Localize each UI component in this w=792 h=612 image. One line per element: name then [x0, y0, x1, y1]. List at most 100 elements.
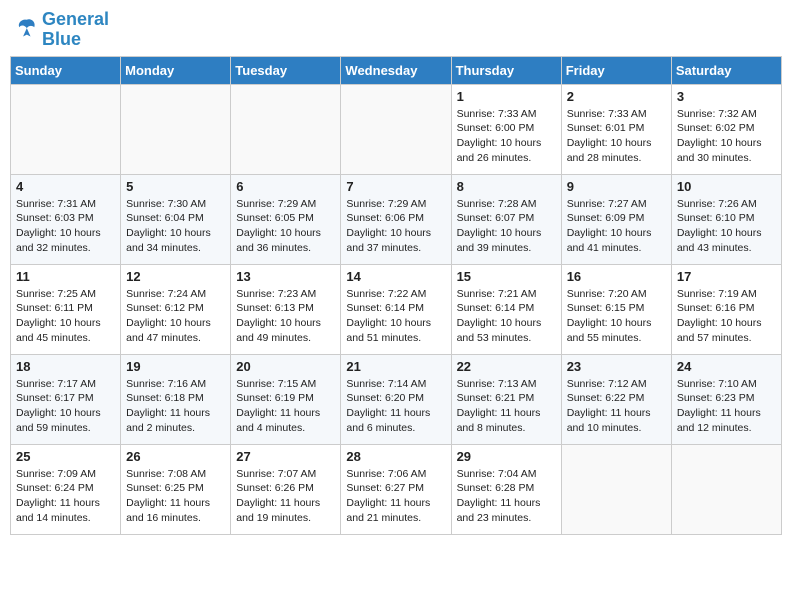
day-number: 17: [677, 269, 776, 284]
day-info: Sunrise: 7:33 AM Sunset: 6:01 PM Dayligh…: [567, 107, 666, 166]
day-number: 5: [126, 179, 225, 194]
week-row-5: 25 Sunrise: 7:09 AM Sunset: 6:24 PM Dayli…: [11, 444, 782, 534]
day-number: 2: [567, 89, 666, 104]
calendar-cell: [341, 84, 451, 174]
calendar-cell: 8 Sunrise: 7:28 AM Sunset: 6:07 PM Daylig…: [451, 174, 561, 264]
calendar-cell: 27 Sunrise: 7:07 AM Sunset: 6:26 PM Dayli…: [231, 444, 341, 534]
day-number: 4: [16, 179, 115, 194]
day-number: 10: [677, 179, 776, 194]
logo-icon: [10, 16, 38, 44]
calendar-cell: 29 Sunrise: 7:04 AM Sunset: 6:28 PM Dayli…: [451, 444, 561, 534]
calendar-cell: 22Sunrise: 7:13 AM Sunset: 6:21 PM Dayli…: [451, 354, 561, 444]
day-info: Sunrise: 7:30 AM Sunset: 6:04 PM Dayligh…: [126, 197, 225, 256]
weekday-header-wednesday: Wednesday: [341, 56, 451, 84]
week-row-2: 4 Sunrise: 7:31 AM Sunset: 6:03 PM Daylig…: [11, 174, 782, 264]
day-number: 15: [457, 269, 556, 284]
day-info: Sunrise: 7:12 AM Sunset: 6:22 PM Dayligh…: [567, 377, 666, 436]
calendar-cell: 26 Sunrise: 7:08 AM Sunset: 6:25 PM Dayli…: [121, 444, 231, 534]
day-info: Sunrise: 7:29 AM Sunset: 6:05 PM Dayligh…: [236, 197, 335, 256]
day-number: 25: [16, 449, 115, 464]
day-info: Sunrise: 7:26 AM Sunset: 6:10 PM Dayligh…: [677, 197, 776, 256]
day-info: Sunrise: 7:14 AM Sunset: 6:20 PM Dayligh…: [346, 377, 445, 436]
calendar-cell: 10 Sunrise: 7:26 AM Sunset: 6:10 PM Dayli…: [671, 174, 781, 264]
weekday-header-row: SundayMondayTuesdayWednesdayThursdayFrid…: [11, 56, 782, 84]
day-info: Sunrise: 7:08 AM Sunset: 6:25 PM Dayligh…: [126, 467, 225, 526]
calendar-cell: 14 Sunrise: 7:22 AM Sunset: 6:14 PM Dayli…: [341, 264, 451, 354]
calendar-cell: 24 Sunrise: 7:10 AM Sunset: 6:23 PM Dayli…: [671, 354, 781, 444]
calendar-cell: 25 Sunrise: 7:09 AM Sunset: 6:24 PM Dayli…: [11, 444, 121, 534]
day-info: Sunrise: 7:22 AM Sunset: 6:14 PM Dayligh…: [346, 287, 445, 346]
calendar-cell: 4 Sunrise: 7:31 AM Sunset: 6:03 PM Daylig…: [11, 174, 121, 264]
day-info: Sunrise: 7:19 AM Sunset: 6:16 PM Dayligh…: [677, 287, 776, 346]
day-number: 12: [126, 269, 225, 284]
day-number: 26: [126, 449, 225, 464]
day-info: Sunrise: 7:23 AM Sunset: 6:13 PM Dayligh…: [236, 287, 335, 346]
weekday-header-monday: Monday: [121, 56, 231, 84]
day-info: Sunrise: 7:29 AM Sunset: 6:06 PM Dayligh…: [346, 197, 445, 256]
calendar-cell: 23 Sunrise: 7:12 AM Sunset: 6:22 PM Dayli…: [561, 354, 671, 444]
calendar-cell: 18Sunrise: 7:17 AM Sunset: 6:17 PM Dayli…: [11, 354, 121, 444]
day-number: 23: [567, 359, 666, 374]
weekday-header-sunday: Sunday: [11, 56, 121, 84]
day-number: 18: [16, 359, 115, 374]
calendar-cell: 3 Sunrise: 7:32 AM Sunset: 6:02 PM Daylig…: [671, 84, 781, 174]
day-info: Sunrise: 7:15 AM Sunset: 6:19 PM Dayligh…: [236, 377, 335, 436]
day-info: Sunrise: 7:13 AM Sunset: 6:21 PM Dayligh…: [457, 377, 556, 436]
header: General Blue: [10, 10, 782, 50]
calendar-cell: 16 Sunrise: 7:20 AM Sunset: 6:15 PM Dayli…: [561, 264, 671, 354]
day-number: 1: [457, 89, 556, 104]
calendar-cell: 13 Sunrise: 7:23 AM Sunset: 6:13 PM Dayli…: [231, 264, 341, 354]
day-info: Sunrise: 7:10 AM Sunset: 6:23 PM Dayligh…: [677, 377, 776, 436]
calendar-cell: 9 Sunrise: 7:27 AM Sunset: 6:09 PM Daylig…: [561, 174, 671, 264]
day-number: 19: [126, 359, 225, 374]
calendar-cell: 1 Sunrise: 7:33 AM Sunset: 6:00 PM Daylig…: [451, 84, 561, 174]
day-info: Sunrise: 7:25 AM Sunset: 6:11 PM Dayligh…: [16, 287, 115, 346]
calendar-cell: [11, 84, 121, 174]
calendar-cell: [231, 84, 341, 174]
day-number: 6: [236, 179, 335, 194]
day-info: Sunrise: 7:06 AM Sunset: 6:27 PM Dayligh…: [346, 467, 445, 526]
day-info: Sunrise: 7:04 AM Sunset: 6:28 PM Dayligh…: [457, 467, 556, 526]
day-info: Sunrise: 7:21 AM Sunset: 6:14 PM Dayligh…: [457, 287, 556, 346]
day-info: Sunrise: 7:16 AM Sunset: 6:18 PM Dayligh…: [126, 377, 225, 436]
day-number: 11: [16, 269, 115, 284]
day-number: 7: [346, 179, 445, 194]
calendar-cell: 7 Sunrise: 7:29 AM Sunset: 6:06 PM Daylig…: [341, 174, 451, 264]
week-row-4: 18Sunrise: 7:17 AM Sunset: 6:17 PM Dayli…: [11, 354, 782, 444]
calendar-cell: 15 Sunrise: 7:21 AM Sunset: 6:14 PM Dayli…: [451, 264, 561, 354]
day-info: Sunrise: 7:33 AM Sunset: 6:00 PM Dayligh…: [457, 107, 556, 166]
weekday-header-tuesday: Tuesday: [231, 56, 341, 84]
calendar-cell: 19 Sunrise: 7:16 AM Sunset: 6:18 PM Dayli…: [121, 354, 231, 444]
calendar-cell: 11 Sunrise: 7:25 AM Sunset: 6:11 PM Dayli…: [11, 264, 121, 354]
day-info: Sunrise: 7:24 AM Sunset: 6:12 PM Dayligh…: [126, 287, 225, 346]
calendar-cell: [121, 84, 231, 174]
week-row-3: 11 Sunrise: 7:25 AM Sunset: 6:11 PM Dayli…: [11, 264, 782, 354]
day-number: 8: [457, 179, 556, 194]
day-number: 27: [236, 449, 335, 464]
calendar-cell: 2 Sunrise: 7:33 AM Sunset: 6:01 PM Daylig…: [561, 84, 671, 174]
logo: General Blue: [10, 10, 109, 50]
day-number: 20: [236, 359, 335, 374]
calendar-cell: [671, 444, 781, 534]
day-number: 14: [346, 269, 445, 284]
calendar-cell: [561, 444, 671, 534]
day-number: 24: [677, 359, 776, 374]
weekday-header-friday: Friday: [561, 56, 671, 84]
day-info: Sunrise: 7:07 AM Sunset: 6:26 PM Dayligh…: [236, 467, 335, 526]
day-info: Sunrise: 7:31 AM Sunset: 6:03 PM Dayligh…: [16, 197, 115, 256]
day-info: Sunrise: 7:32 AM Sunset: 6:02 PM Dayligh…: [677, 107, 776, 166]
calendar-cell: 6 Sunrise: 7:29 AM Sunset: 6:05 PM Daylig…: [231, 174, 341, 264]
day-info: Sunrise: 7:27 AM Sunset: 6:09 PM Dayligh…: [567, 197, 666, 256]
calendar-cell: 20 Sunrise: 7:15 AM Sunset: 6:19 PM Dayli…: [231, 354, 341, 444]
calendar-cell: 5 Sunrise: 7:30 AM Sunset: 6:04 PM Daylig…: [121, 174, 231, 264]
day-info: Sunrise: 7:20 AM Sunset: 6:15 PM Dayligh…: [567, 287, 666, 346]
day-info: Sunrise: 7:09 AM Sunset: 6:24 PM Dayligh…: [16, 467, 115, 526]
day-number: 16: [567, 269, 666, 284]
day-number: 29: [457, 449, 556, 464]
calendar-cell: 21Sunrise: 7:14 AM Sunset: 6:20 PM Dayli…: [341, 354, 451, 444]
week-row-1: 1 Sunrise: 7:33 AM Sunset: 6:00 PM Daylig…: [11, 84, 782, 174]
day-info: Sunrise: 7:28 AM Sunset: 6:07 PM Dayligh…: [457, 197, 556, 256]
day-number: 13: [236, 269, 335, 284]
day-number: 3: [677, 89, 776, 104]
day-number: 9: [567, 179, 666, 194]
